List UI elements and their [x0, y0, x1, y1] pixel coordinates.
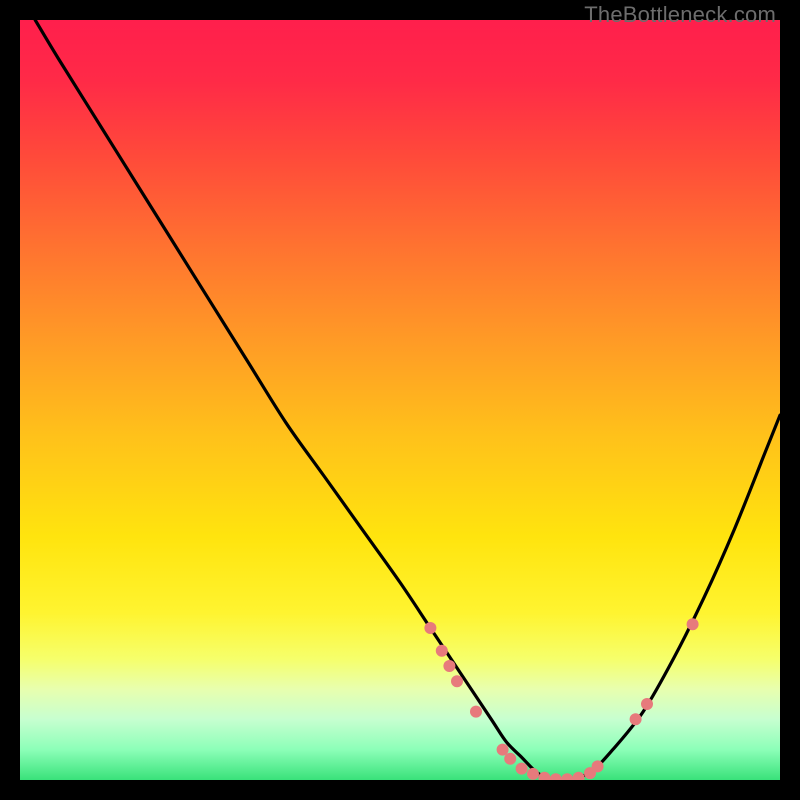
- curve-marker: [641, 698, 653, 710]
- curve-marker: [592, 760, 604, 772]
- curve-marker: [550, 773, 562, 780]
- curve-layer: [20, 20, 780, 780]
- curve-marker: [504, 753, 516, 765]
- curve-marker: [443, 660, 455, 672]
- curve-marker: [451, 675, 463, 687]
- chart-frame: TheBottleneck.com: [0, 0, 800, 800]
- curve-marker: [436, 645, 448, 657]
- curve-marker: [573, 772, 585, 780]
- curve-marker: [630, 713, 642, 725]
- curve-marker: [470, 706, 482, 718]
- curve-marker: [424, 622, 436, 634]
- curve-markers: [424, 618, 698, 780]
- curve-marker: [561, 773, 573, 780]
- watermark-text: TheBottleneck.com: [584, 2, 776, 28]
- plot-area: [20, 20, 780, 780]
- curve-marker: [687, 618, 699, 630]
- curve-marker: [516, 763, 528, 775]
- bottleneck-curve: [35, 20, 780, 780]
- curve-marker: [527, 768, 539, 780]
